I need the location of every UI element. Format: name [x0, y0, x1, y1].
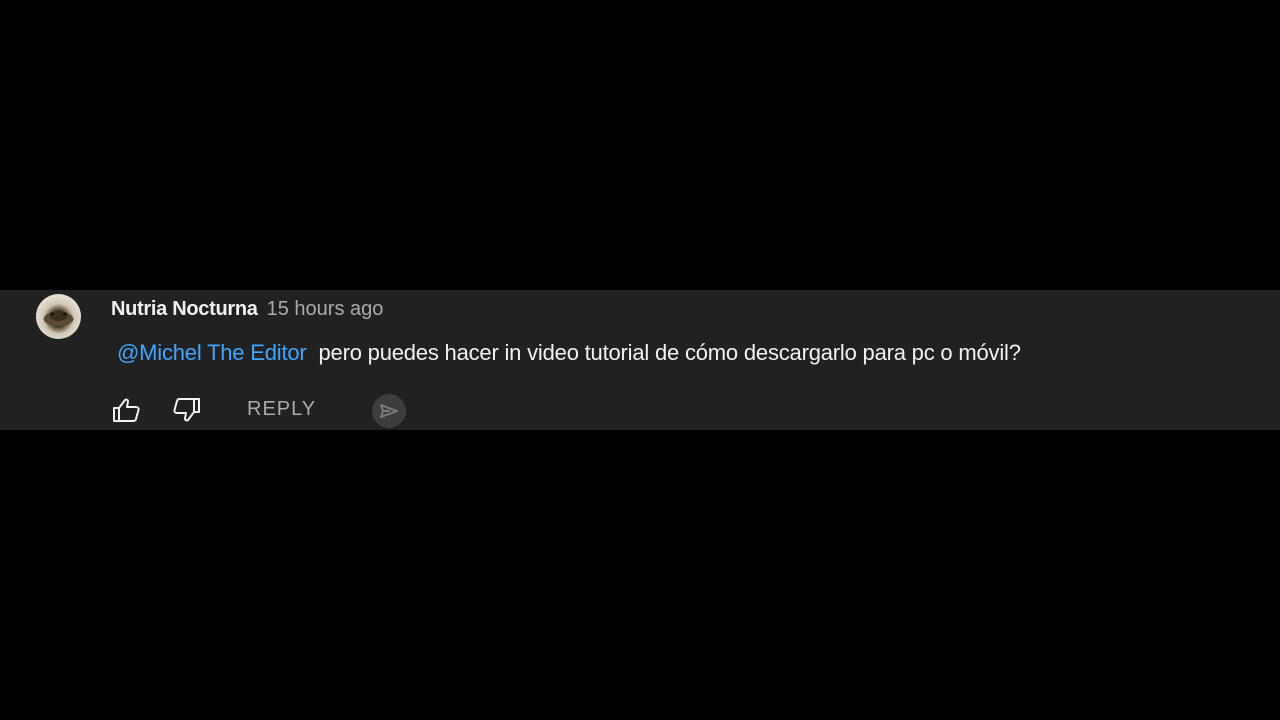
thumbs-down-icon: [173, 398, 200, 422]
like-button[interactable]: [110, 394, 142, 426]
send-arrow-icon: [380, 404, 398, 418]
reply-button[interactable]: REPLY: [247, 398, 316, 421]
comment-body: @Michel The Editor pero puedes hacer in v…: [117, 340, 1021, 366]
comment-card: Nutria Nocturna 15 hours ago @Michel The…: [0, 290, 1280, 430]
comment-header: Nutria Nocturna 15 hours ago: [111, 298, 383, 324]
thumbs-up-icon: [113, 398, 140, 422]
comment-timestamp[interactable]: 15 hours ago: [267, 298, 384, 321]
comment-text: pero puedes hacer in video tutorial de c…: [318, 340, 1021, 365]
send-button[interactable]: [372, 394, 406, 428]
dislike-button[interactable]: [171, 394, 203, 426]
comment-author[interactable]: Nutria Nocturna: [111, 298, 258, 321]
avatar-image-icon: [43, 311, 74, 326]
avatar[interactable]: [36, 294, 81, 339]
mention-link[interactable]: @Michel The Editor: [117, 340, 307, 365]
